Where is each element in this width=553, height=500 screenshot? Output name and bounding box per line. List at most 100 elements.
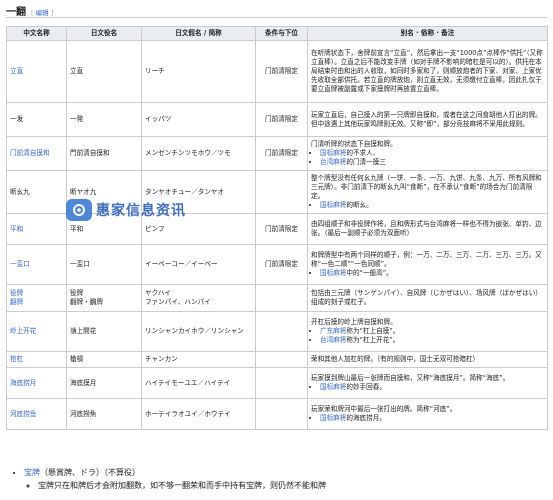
cell-cn-name-text[interactable]: 河底捞鱼 xyxy=(10,410,63,419)
cell-cn-name-text[interactable]: 立直 xyxy=(10,67,63,76)
notes-list: 国标麻将的不求人、台湾麻将的门清一摸三 xyxy=(311,149,544,167)
cell-cn-name[interactable]: 平和 xyxy=(6,213,67,245)
cell-cn-name-text[interactable]: 一盃口 xyxy=(10,260,63,269)
note-text: 玩家荣和牌河中最后一张打出的牌。简称“河底”。 xyxy=(311,405,457,413)
note-text: 荣和其他人加杠的牌。（有的规则中，国士无双可抢暗杠） xyxy=(311,355,480,363)
watermark-text: 惠家信息资讯 xyxy=(96,203,186,219)
cell-cn-name[interactable]: 门前清自摸和 xyxy=(6,136,67,171)
cell-kana-text: メンゼンチンツモホウ／ツモ xyxy=(145,149,231,157)
variant-link[interactable]: 国标麻将 xyxy=(320,201,346,209)
cell-cn-name-text[interactable]: 抢杠 xyxy=(10,355,63,364)
cell-condition xyxy=(255,351,308,368)
cell-cn-name[interactable]: 抢杠 xyxy=(6,351,67,368)
cell-kana-text: ヤクハイ xyxy=(145,289,171,297)
cell-cn-name[interactable]: 役牌 翻牌 xyxy=(6,284,67,312)
cell-jp-name-text: 平和 xyxy=(70,224,84,233)
note-text: 整个牌型没有任何幺九牌（一饼、一条、一万、九饼、九条、九万、所有风牌和三元牌）。… xyxy=(311,174,542,200)
cell-cn-name-text: 一发 xyxy=(10,115,24,123)
cell-notes: 荣和其他人加杠的牌。（有的规则中，国士无双可抢暗杠） xyxy=(307,351,548,368)
variant-link[interactable]: 国标麻将 xyxy=(320,383,346,391)
table-row: 役牌 翻牌 役牌 翻牌・飜牌 ヤクハイ ファンパイ、ハンパイ 包括由三元牌（サンゲンパイ）、… xyxy=(6,284,548,312)
edit-link[interactable]: 编辑 xyxy=(36,9,49,17)
watermark: 惠家信息资讯 xyxy=(66,198,226,222)
cell-kana-text: リーチ xyxy=(145,67,165,75)
edit-close-bracket: ] xyxy=(50,9,54,17)
note-text: 开杠后摸的岭上牌自摸和牌。 xyxy=(311,318,397,326)
notes-list-item: 国标麻将的不求人、 xyxy=(320,149,544,158)
cell-cn-name-text[interactable]: 门前清自摸和 xyxy=(10,149,63,158)
variant-link[interactable]: 国标麻将 xyxy=(320,269,346,277)
cell-kana-text: ファンパイ、ハンパイ xyxy=(145,298,211,306)
cell-cn-name[interactable]: 一盃口 xyxy=(6,244,67,285)
note-text: 在听牌状态下，舍牌前宣言“立直”，然后拿出一支“1000点”点棒作“供托”（又称… xyxy=(311,49,543,93)
cell-cn-name-text[interactable]: 平和 xyxy=(10,225,63,234)
cell-cn-name-text[interactable]: 役牌 xyxy=(10,289,63,298)
notes-list: 广东麻将称为“杠上自摸”。台湾麻将称为“杠上开花”。 xyxy=(311,327,544,345)
cell-cn-name[interactable]: 岭上开花 xyxy=(6,311,67,352)
table-row: 立直 立直 リーチ 门前清限定 在听牌状态下，舍牌前宣言“立直”，然后拿出一支“1000… xyxy=(6,40,548,103)
footer-item: 宝牌（懸賞牌、ドラ）（不算役） 宝牌只在和牌后才会附加翻数，如不够一翻荣和而手中… xyxy=(24,466,547,492)
cell-condition: 门前清限定 xyxy=(255,213,308,245)
section-heading: 一翻 [ 编辑 ] xyxy=(6,3,547,18)
note-text: 门清听牌的状态下自摸和牌。 xyxy=(311,140,397,148)
cell-jp-name-text: 槍槓 xyxy=(70,355,84,363)
col-header-jp-name: 日文役名 xyxy=(66,26,142,41)
variant-link[interactable]: 台湾麻将 xyxy=(320,158,346,166)
notes-list: 国标麻将的妙手回春。 xyxy=(311,383,544,392)
cell-condition xyxy=(255,398,308,430)
footer-item-text: （懸賞牌、ドラ）（不算役） xyxy=(40,468,140,477)
cell-condition-text: 门前清限定 xyxy=(265,260,298,268)
cell-notes: 门清听牌的状态下自摸和牌。国标麻将的不求人、台湾麻将的门清一摸三 xyxy=(307,136,548,171)
variant-link[interactable]: 国标麻将 xyxy=(320,149,346,157)
cell-jp-name-text: 嶺上開花 xyxy=(70,327,97,335)
cell-condition-text: 门前清限定 xyxy=(265,224,298,233)
cell-cn-name: 一发 xyxy=(6,102,67,137)
table-row: 海底捞月 海底摸月 ハイテイモーユエ／ハイテイ 玩家摸到牌山最后一张牌而自摸和，又称“… xyxy=(6,367,548,399)
cell-condition-text: 门前清限定 xyxy=(265,67,298,75)
cell-condition xyxy=(255,284,308,312)
table-row: 岭上开花嶺上開花 リンシャンカイホウ／リンシャン 开杠后摸的岭上牌自摸和牌。广东麻将… xyxy=(6,311,548,352)
cell-kana-text: リンシャンカイホウ／リンシャン xyxy=(145,327,244,335)
variant-text: 的门清一摸三 xyxy=(346,158,386,166)
cell-jp-name-text: 断ヤオ九 xyxy=(70,187,97,196)
cell-condition: 门前清限定 xyxy=(255,244,308,285)
footer-subitem: 宝牌只在和牌后才会附加翻数，如不够一翻荣和而手中持有宝牌，则仍然不能和牌 xyxy=(38,479,547,492)
cell-jp-name-text: 立直 xyxy=(70,67,84,75)
col-header-cn-name: 中文名称 xyxy=(6,26,67,41)
cell-jp-name-text: 門前清自摸和 xyxy=(70,149,110,157)
variant-text: 的妙手回春。 xyxy=(346,383,386,391)
cell-kana-text: ハイテイモーユエ／ハイテイ xyxy=(145,378,231,387)
cell-kana: リンシャンカイホウ／リンシャン xyxy=(141,311,256,352)
cell-notes: 整个牌型没有任何幺九牌（一饼、一条、一万、九饼、九条、九万、所有风牌和三元牌）。… xyxy=(307,170,548,214)
notes-list-item: 广东麻将称为“杠上自摸”。 xyxy=(320,327,544,336)
cell-cn-name: 断幺九 xyxy=(6,170,67,214)
cell-condition-text: 门前清限定 xyxy=(265,115,298,123)
cell-cn-name-text[interactable]: 翻牌 xyxy=(10,298,63,307)
cell-notes: 由四组顺子和非役牌作将，且和牌形式与台湾麻将一样也不得为嵌张、单钓、边张。（最后… xyxy=(307,213,548,245)
cell-cn-name[interactable]: 海底捞月 xyxy=(6,367,67,399)
cell-jp-name: 嶺上開花 xyxy=(66,311,142,352)
cell-kana: イッパツ xyxy=(141,102,256,137)
table-row: 门前清自摸和 門前清自摸和 メンゼンチンツモホウ／ツモ 门前清限定 门清听牌的状态下自摸… xyxy=(6,136,548,171)
variant-link[interactable]: 台湾麻将 xyxy=(320,336,346,344)
cell-cn-name[interactable]: 河底捞鱼 xyxy=(6,398,67,430)
section-title: 一翻 xyxy=(6,7,26,18)
cell-kana-text: ピンフ xyxy=(145,224,165,233)
cell-jp-name-text: 役牌 xyxy=(70,289,84,297)
cell-jp-name-text: 翻牌・飜牌 xyxy=(70,298,103,306)
variant-link[interactable]: 广东麻将 xyxy=(320,327,346,335)
cell-jp-name: 役牌 翻牌・飜牌 xyxy=(66,284,142,312)
cell-condition: 门前清限定 xyxy=(255,102,308,137)
cell-cn-name-text[interactable]: 岭上开花 xyxy=(10,327,63,336)
note-text: 玩家摸到牌山最后一张牌而自摸和，又称“海底摸月”。简称“海底”。 xyxy=(311,374,510,382)
cell-cn-name-text[interactable]: 海底捞月 xyxy=(10,379,63,388)
cell-notes: 包括由三元牌（サンゲンパイ）、自风牌（じかぜはい）、场风牌（ばかぜはい）组成的刻… xyxy=(307,284,548,312)
dora-link[interactable]: 宝牌 xyxy=(24,468,40,477)
cell-jp-name: 河底撈魚 xyxy=(66,398,142,430)
cell-notes: 玩家摸到牌山最后一张牌而自摸和，又称“海底摸月”。简称“海底”。国标麻将的妙手回… xyxy=(307,367,548,399)
cell-cn-name[interactable]: 立直 xyxy=(6,40,67,103)
variant-link[interactable]: 国标麻将 xyxy=(320,414,346,422)
notes-list-item: 国标麻将的妙手回春。 xyxy=(320,383,544,392)
cell-jp-name: 一発 xyxy=(66,102,142,137)
notes-list-item: 国标麻将的海底捞月。 xyxy=(320,414,544,423)
